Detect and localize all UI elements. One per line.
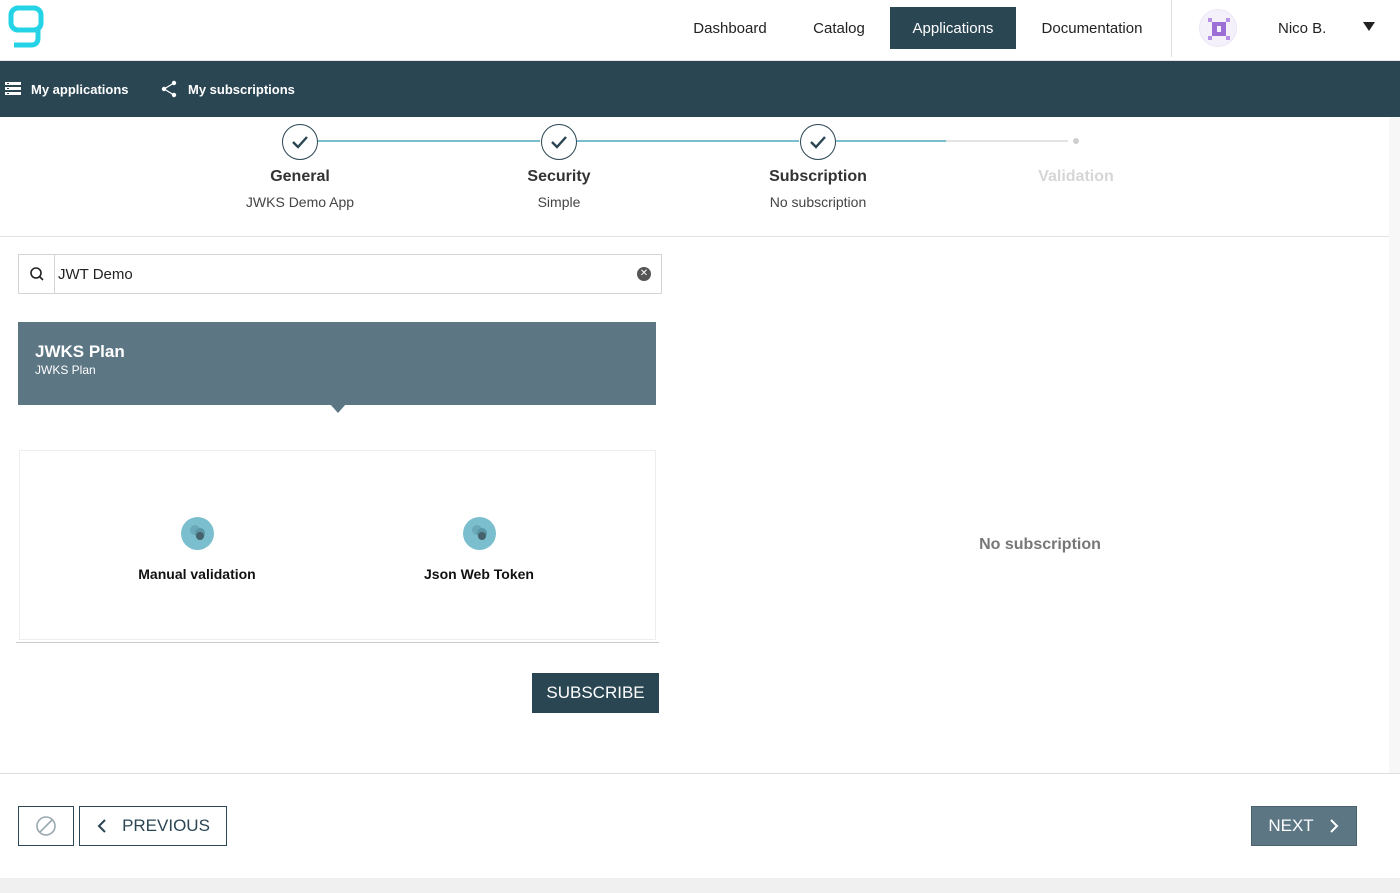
security-type-json-web-token: Json Web Token xyxy=(379,517,579,582)
nav-divider xyxy=(1171,0,1172,57)
plan-description: JWKS Plan xyxy=(35,363,96,377)
subnav-my-applications[interactable]: My applications xyxy=(5,61,129,117)
top-navbar: Dashboard Catalog Applications Documenta… xyxy=(0,0,1400,61)
nav-catalog[interactable]: Catalog xyxy=(796,7,882,49)
plan-card[interactable]: JWKS Plan JWKS Plan xyxy=(18,322,656,405)
chevron-left-icon xyxy=(97,819,106,833)
step-subtitle-security: Simple xyxy=(537,194,581,210)
step-subtitle-subscription: No subscription xyxy=(769,194,867,210)
api-search-box: ✕ xyxy=(18,254,662,294)
security-type-icon xyxy=(462,517,496,550)
clear-search-icon[interactable]: ✕ xyxy=(637,267,651,281)
subscribe-button[interactable]: SUBSCRIBE xyxy=(532,673,659,713)
search-icon xyxy=(19,255,55,293)
nav-dashboard[interactable]: Dashboard xyxy=(676,7,784,49)
step-connector xyxy=(318,140,540,142)
subnav-my-subscriptions-label: My subscriptions xyxy=(188,81,295,97)
step-connector xyxy=(577,140,799,142)
previous-button[interactable]: PREVIOUS xyxy=(79,806,227,846)
step-connector-pending xyxy=(946,140,1068,142)
plan-pointer-arrow xyxy=(330,404,346,413)
security-type-manual-validation: Manual validation xyxy=(97,517,297,582)
share-icon xyxy=(161,80,177,98)
nav-applications[interactable]: Applications xyxy=(890,7,1016,49)
previous-label: PREVIOUS xyxy=(122,816,210,835)
step-subscription-check[interactable] xyxy=(800,124,836,160)
user-name[interactable]: Nico B. xyxy=(1278,20,1326,37)
step-title-subscription: Subscription xyxy=(769,168,867,185)
subnav-my-applications-label: My applications xyxy=(31,81,129,97)
sub-navbar: My applications My subscriptions xyxy=(0,61,1400,117)
nav-documentation[interactable]: Documentation xyxy=(1030,7,1154,49)
next-label: NEXT xyxy=(1268,816,1314,835)
scrollbar-track[interactable] xyxy=(1389,117,1400,777)
applications-list-icon xyxy=(5,82,21,95)
avatar-pattern-icon xyxy=(1208,18,1230,40)
plan-name: JWKS Plan xyxy=(35,342,125,361)
step-connector xyxy=(836,140,946,142)
empty-subscription-message: No subscription xyxy=(979,536,1101,553)
security-type-icon xyxy=(180,517,214,550)
step-validation-dot xyxy=(1073,138,1079,144)
user-menu-caret-icon[interactable] xyxy=(1363,22,1375,31)
security-type-label: Json Web Token xyxy=(424,566,534,582)
step-title-validation: Validation xyxy=(1038,168,1114,185)
search-input[interactable] xyxy=(57,255,627,293)
cancel-button[interactable] xyxy=(18,806,74,846)
subnav-my-subscriptions[interactable]: My subscriptions xyxy=(160,61,295,117)
step-title-general: General xyxy=(270,168,330,185)
gravitee-logo-icon[interactable] xyxy=(8,5,44,49)
cancel-icon xyxy=(36,816,56,836)
panel-divider xyxy=(16,642,659,643)
security-type-label: Manual validation xyxy=(138,566,256,582)
user-avatar[interactable] xyxy=(1199,9,1237,47)
step-title-security: Security xyxy=(527,168,591,185)
stepper: General JWKS Demo App Security Simple Su… xyxy=(0,117,1400,237)
footer-strip xyxy=(0,878,1400,893)
check-icon xyxy=(292,136,308,149)
plan-security-panel: Manual validation Json Web Token xyxy=(19,450,656,640)
check-icon xyxy=(551,136,567,149)
check-icon xyxy=(810,136,826,149)
step-general-check[interactable] xyxy=(282,124,318,160)
next-button[interactable]: NEXT xyxy=(1251,806,1357,846)
step-security-check[interactable] xyxy=(541,124,577,160)
chevron-right-icon xyxy=(1329,819,1339,833)
step-subtitle-general: JWKS Demo App xyxy=(245,194,355,210)
